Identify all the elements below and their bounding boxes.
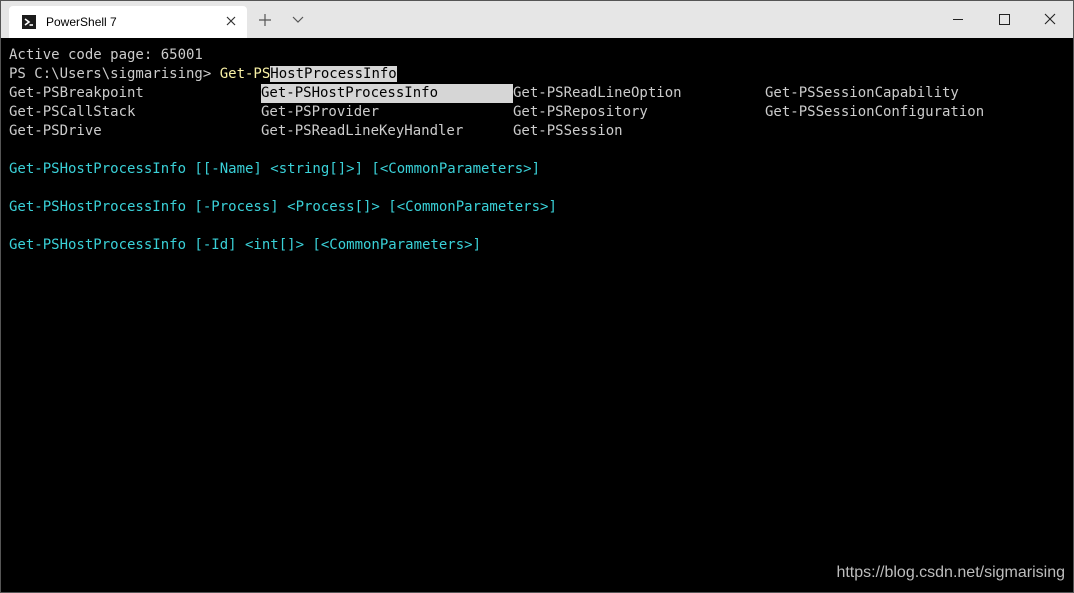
completion-item[interactable]: Get-PSProvider [261,103,379,122]
syntax-line: Get-PSHostProcessInfo [-Id] <int[]> [<Co… [9,237,482,253]
completion-item[interactable]: Get-PSSessionCapability [765,84,959,103]
tab-powershell[interactable]: PowerShell 7 [9,6,247,38]
completion-item-selected[interactable]: Get-PSHostProcessInfo [261,84,513,103]
completion-item[interactable]: Get-PSSession [513,122,623,141]
minimize-icon[interactable] [935,1,981,38]
tab-title: PowerShell 7 [46,15,117,29]
prompt-line: PS C:\Users\sigmarising> Get-PSHostProce… [9,65,397,84]
watermark: https://blog.csdn.net/sigmarising [836,564,1065,581]
completion-item[interactable]: Get-PSBreakpoint [9,84,144,103]
close-window-icon[interactable] [1027,1,1073,38]
completion-item[interactable]: Get-PSCallStack [9,103,135,122]
typed-command: Get-PS [219,66,271,82]
terminal-content[interactable]: Active code page: 65001 PS C:\Users\sigm… [9,45,1069,585]
completion-item[interactable]: Get-PSSessionConfiguration [765,103,984,122]
completion-item[interactable]: Get-PSReadLineOption [513,84,682,103]
terminal-window: PowerShell 7 Active code page: 65001 PS … [0,0,1074,593]
completion-item[interactable]: Get-PSReadLineKeyHandler [261,122,463,141]
completion-preview: HostProcessInfo [270,66,397,82]
code-page-line: Active code page: 65001 [9,47,203,63]
powershell-icon [22,15,36,29]
title-bar: PowerShell 7 [1,1,1073,38]
dropdown-chevron-icon[interactable] [290,13,306,27]
completion-item[interactable]: Get-PSDrive [9,122,102,141]
new-tab-plus-icon[interactable] [256,11,274,29]
syntax-line: Get-PSHostProcessInfo [[-Name] <string[]… [9,161,541,177]
completion-item[interactable]: Get-PSRepository [513,103,648,122]
tab-close-icon[interactable] [223,13,239,29]
syntax-line: Get-PSHostProcessInfo [-Process] <Proces… [9,199,557,215]
maximize-icon[interactable] [981,1,1027,38]
prompt: PS C:\Users\sigmarising> [9,66,220,82]
